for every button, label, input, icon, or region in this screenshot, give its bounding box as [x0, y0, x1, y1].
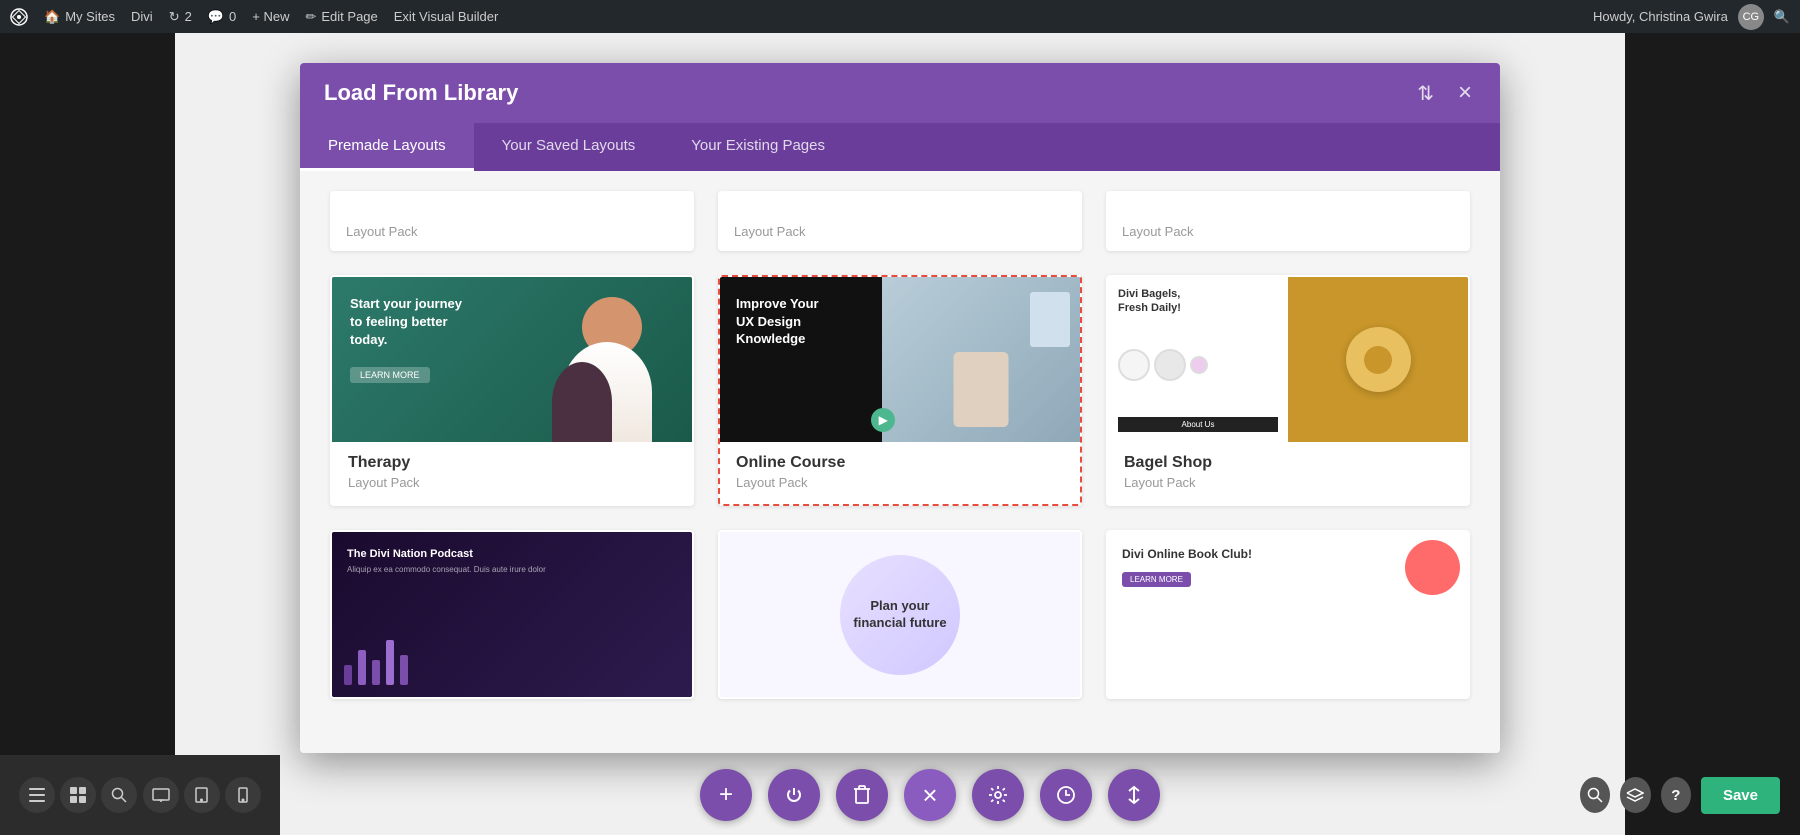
- bookclub-circle: [1405, 540, 1460, 595]
- online-course-image: [882, 277, 1080, 442]
- card-name-online-course: Online Course: [736, 454, 1064, 472]
- tab-premade-layouts[interactable]: Premade Layouts: [300, 123, 474, 171]
- layout-card-partial-2[interactable]: Layout Pack: [718, 191, 1082, 251]
- save-button[interactable]: Save: [1701, 777, 1780, 814]
- layout-card-bagel-shop[interactable]: Divi Bagels, Fresh Daily! About Us: [1106, 275, 1470, 506]
- layout-card-partial-3[interactable]: Layout Pack: [1106, 191, 1470, 251]
- bagel-about-text: About Us: [1118, 417, 1278, 432]
- layout-grid-bottom: The Divi Nation Podcast Aliquip ex ea co…: [330, 530, 1470, 699]
- card-image-online-course: Improve YourUX DesignKnowledge ▶: [720, 277, 1080, 442]
- toolbar-grid-button[interactable]: [60, 777, 96, 813]
- revisions-menu[interactable]: ↻ 2: [169, 9, 192, 25]
- tab-existing-pages[interactable]: Your Existing Pages: [663, 123, 853, 171]
- therapy-person-image: [542, 287, 662, 442]
- card-info-bagel-shop: Bagel Shop Layout Pack: [1108, 442, 1468, 504]
- card-image-podcast: The Divi Nation Podcast Aliquip ex ea co…: [332, 532, 692, 697]
- toolbar-help-button[interactable]: ?: [1661, 777, 1691, 813]
- layout-grid-main: Start your journeyto feeling bettertoday…: [330, 275, 1470, 506]
- card-info-therapy: Therapy Layout Pack: [332, 442, 692, 504]
- therapy-button: LEARN MORE: [350, 367, 430, 383]
- admin-search-icon[interactable]: 🔍: [1774, 9, 1790, 25]
- layout-card-podcast[interactable]: The Divi Nation Podcast Aliquip ex ea co…: [330, 530, 694, 699]
- online-course-title: Improve YourUX DesignKnowledge: [736, 295, 819, 348]
- card-image-therapy: Start your journeyto feeling bettertoday…: [332, 277, 692, 442]
- finance-circle: Plan your financial future: [840, 555, 960, 675]
- card-image-bookclub: Divi Online Book Club! LEARN MORE: [1108, 532, 1468, 697]
- card-name-therapy: Therapy: [348, 454, 676, 472]
- card-image-bagel-shop: Divi Bagels, Fresh Daily! About Us: [1108, 277, 1468, 442]
- toolbar-center: + ×: [280, 769, 1580, 821]
- therapy-overlay-text: Start your journeyto feeling bettertoday…: [350, 295, 462, 350]
- bottom-toolbar: + × ?: [0, 755, 1800, 835]
- home-icon: 🏠: [44, 9, 60, 25]
- card-type-therapy: Layout Pack: [348, 475, 676, 490]
- modal-content[interactable]: Layout Pack Layout Pack Layout Pack: [300, 171, 1500, 753]
- my-sites-menu[interactable]: 🏠 My Sites: [44, 9, 115, 25]
- divi-menu[interactable]: Divi: [131, 9, 153, 24]
- layout-card-online-course[interactable]: Improve YourUX DesignKnowledge ▶ Onlin: [718, 275, 1082, 506]
- toolbar-layers-button[interactable]: [1620, 777, 1650, 813]
- card-type-online-course: Layout Pack: [736, 475, 1064, 490]
- toolbar-transfer-button[interactable]: [1108, 769, 1160, 821]
- layout-card-partial-1[interactable]: Layout Pack: [330, 191, 694, 251]
- podcast-text: The Divi Nation Podcast Aliquip ex ea co…: [347, 547, 677, 576]
- modal-tabs: Premade Layouts Your Saved Layouts Your …: [300, 123, 1500, 171]
- card-type-bagel-shop: Layout Pack: [1124, 475, 1452, 490]
- bagel-right-panel: [1288, 277, 1468, 442]
- new-menu[interactable]: + New: [252, 9, 289, 24]
- comments-menu[interactable]: 💬 0: [208, 9, 236, 25]
- toolbar-search-right-button[interactable]: [1580, 777, 1610, 813]
- toolbar-settings-button[interactable]: [972, 769, 1024, 821]
- admin-bar: 🏠 My Sites Divi ↻ 2 💬 0 + New ✏ Edit Pag…: [0, 0, 1800, 33]
- user-greeting: Howdy, Christina Gwira: [1593, 9, 1728, 24]
- exit-builder-link[interactable]: Exit Visual Builder: [394, 9, 499, 24]
- bagel-logo-text: Divi Bagels, Fresh Daily!: [1118, 287, 1278, 316]
- toolbar-right: ? Save: [1580, 755, 1800, 835]
- card-type-label: Layout Pack: [1122, 224, 1194, 239]
- admin-bar-right: Howdy, Christina Gwira CG 🔍: [1593, 4, 1790, 30]
- modal-filter-button[interactable]: ⇅: [1413, 77, 1438, 110]
- toolbar-desktop-view-button[interactable]: [143, 777, 179, 813]
- card-type-label: Layout Pack: [734, 224, 806, 239]
- toolbar-power-button[interactable]: [768, 769, 820, 821]
- page-background: Load From Library ⇅ × Premade Layouts Yo…: [0, 33, 1800, 835]
- tab-saved-layouts[interactable]: Your Saved Layouts: [474, 123, 664, 171]
- card-image-finance: Plan your financial future: [720, 532, 1080, 697]
- load-from-library-modal: Load From Library ⇅ × Premade Layouts Yo…: [300, 63, 1500, 753]
- layout-card-finance[interactable]: Plan your financial future: [718, 530, 1082, 699]
- toolbar-delete-button[interactable]: [836, 769, 888, 821]
- online-course-play-btn: ▶: [871, 408, 895, 432]
- toolbar-left: [0, 755, 280, 835]
- card-type-label: Layout Pack: [346, 224, 418, 239]
- modal-close-button[interactable]: ×: [1454, 75, 1476, 111]
- podcast-bars: [344, 640, 680, 685]
- top-partial-row: Layout Pack Layout Pack Layout Pack: [330, 191, 1470, 251]
- bookclub-cta: LEARN MORE: [1122, 572, 1191, 587]
- edit-page-link[interactable]: ✏ Edit Page: [305, 9, 377, 25]
- card-info-online-course: Online Course Layout Pack: [720, 442, 1080, 504]
- layout-card-therapy[interactable]: Start your journeyto feeling bettertoday…: [330, 275, 694, 506]
- layout-card-bookclub[interactable]: Divi Online Book Club! LEARN MORE: [1106, 530, 1470, 699]
- user-avatar[interactable]: CG: [1738, 4, 1764, 30]
- modal-title: Load From Library: [324, 80, 1397, 106]
- toolbar-tablet-view-button[interactable]: [184, 777, 220, 813]
- toolbar-search-button[interactable]: [101, 777, 137, 813]
- toolbar-add-button[interactable]: +: [700, 769, 752, 821]
- toolbar-mobile-view-button[interactable]: [225, 777, 261, 813]
- modal-overlay: Load From Library ⇅ × Premade Layouts Yo…: [0, 33, 1800, 835]
- toolbar-close-button[interactable]: ×: [904, 769, 956, 821]
- bagel-circles: [1118, 349, 1278, 381]
- modal-header: Load From Library ⇅ ×: [300, 63, 1500, 123]
- toolbar-menu-button[interactable]: [19, 777, 55, 813]
- card-name-bagel-shop: Bagel Shop: [1124, 454, 1452, 472]
- wordpress-logo[interactable]: [10, 8, 28, 26]
- bagel-left-panel: Divi Bagels, Fresh Daily! About Us: [1108, 277, 1288, 442]
- toolbar-history-button[interactable]: [1040, 769, 1092, 821]
